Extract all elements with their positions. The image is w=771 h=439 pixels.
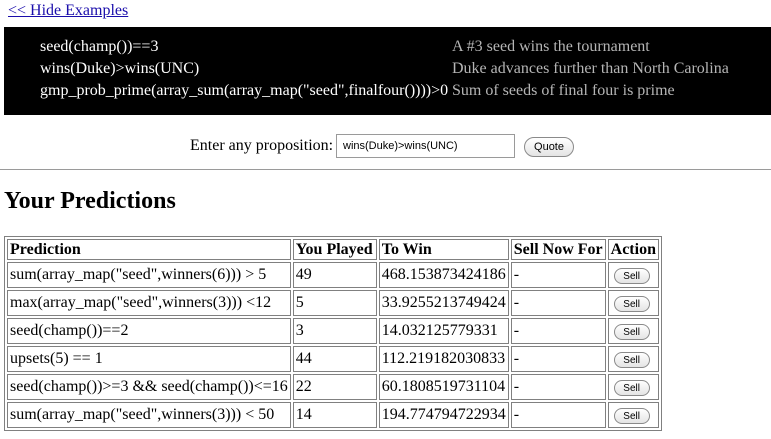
table-header-row: Prediction You Played To Win Sell Now Fo… [7, 239, 659, 260]
predictions-table: Prediction You Played To Win Sell Now Fo… [4, 236, 662, 431]
column-header-sell-now-for: Sell Now For [510, 239, 606, 260]
to-win-cell: 112.219182030833 [378, 346, 509, 372]
table-row: seed(champ())==2 3 14.032125779331 - Sel… [7, 318, 659, 344]
action-cell: Sell [607, 318, 659, 344]
action-cell: Sell [607, 402, 659, 428]
to-win-cell: 60.1808519731104 [378, 374, 509, 400]
example-expression: wins(Duke)>wins(UNC) [40, 60, 200, 77]
table-row: max(array_map("seed",winners(3))) <12 5 … [7, 290, 659, 316]
quote-button[interactable]: Quote [524, 137, 574, 157]
to-win-cell: 468.153873424186 [378, 262, 509, 288]
example-row: gmp_prob_prime(array_sum(array_map("seed… [4, 82, 771, 104]
action-cell: Sell [607, 374, 659, 400]
table-row: upsets(5) == 1 44 112.219182030833 - Sel… [7, 346, 659, 372]
sell-button[interactable]: Sell [613, 268, 650, 285]
example-description: Sum of seeds of final four is prime [452, 82, 675, 99]
played-cell: 3 [292, 318, 377, 344]
played-cell: 44 [292, 346, 377, 372]
prediction-cell: seed(champ())==2 [7, 318, 291, 344]
sell-for-cell: - [510, 262, 606, 288]
page-title: Your Predictions [4, 188, 176, 214]
prediction-cell: max(array_map("seed",winners(3))) <12 [7, 290, 291, 316]
sell-for-cell: - [510, 318, 606, 344]
to-win-cell: 14.032125779331 [378, 318, 509, 344]
hide-examples-link[interactable]: << Hide Examples [8, 2, 128, 20]
to-win-cell: 33.9255213749424 [378, 290, 509, 316]
prediction-cell: upsets(5) == 1 [7, 346, 291, 372]
to-win-cell: 194.774794722934 [378, 402, 509, 428]
example-description: Duke advances further than North Carolin… [452, 60, 729, 77]
action-cell: Sell [607, 290, 659, 316]
played-cell: 14 [292, 402, 377, 428]
table-row: sum(array_map("seed",winners(3))) < 50 1… [7, 402, 659, 428]
prediction-cell: sum(array_map("seed",winners(6))) > 5 [7, 262, 291, 288]
example-row: seed(champ())==3 A #3 seed wins the tour… [4, 38, 771, 60]
column-header-to-win: To Win [378, 239, 509, 260]
column-header-you-played: You Played [292, 239, 377, 260]
sell-for-cell: - [510, 402, 606, 428]
played-cell: 22 [292, 374, 377, 400]
example-expression: seed(champ())==3 [40, 38, 159, 55]
table-row: seed(champ())>=3 && seed(champ())<=16 22… [7, 374, 659, 400]
action-cell: Sell [607, 262, 659, 288]
prediction-cell: sum(array_map("seed",winners(3))) < 50 [7, 402, 291, 428]
sell-button[interactable]: Sell [613, 380, 650, 397]
example-expression: gmp_prob_prime(array_sum(array_map("seed… [40, 82, 449, 99]
proposition-input[interactable] [336, 134, 515, 158]
column-header-prediction: Prediction [7, 239, 291, 260]
played-cell: 49 [292, 262, 377, 288]
sell-button[interactable]: Sell [613, 296, 650, 313]
example-description: A #3 seed wins the tournament [452, 38, 650, 55]
proposition-label: Enter any proposition: [190, 137, 334, 154]
sell-for-cell: - [510, 346, 606, 372]
played-cell: 5 [292, 290, 377, 316]
examples-panel: seed(champ())==3 A #3 seed wins the tour… [4, 27, 771, 115]
sell-button[interactable]: Sell [613, 324, 650, 341]
example-row: wins(Duke)>wins(UNC) Duke advances furth… [4, 60, 771, 82]
sell-button[interactable]: Sell [613, 352, 650, 369]
prediction-cell: seed(champ())>=3 && seed(champ())<=16 [7, 374, 291, 400]
action-cell: Sell [607, 346, 659, 372]
column-header-action: Action [607, 239, 659, 260]
divider [0, 169, 771, 170]
table-row: sum(array_map("seed",winners(6))) > 5 49… [7, 262, 659, 288]
sell-button[interactable]: Sell [613, 408, 650, 425]
sell-for-cell: - [510, 374, 606, 400]
sell-for-cell: - [510, 290, 606, 316]
